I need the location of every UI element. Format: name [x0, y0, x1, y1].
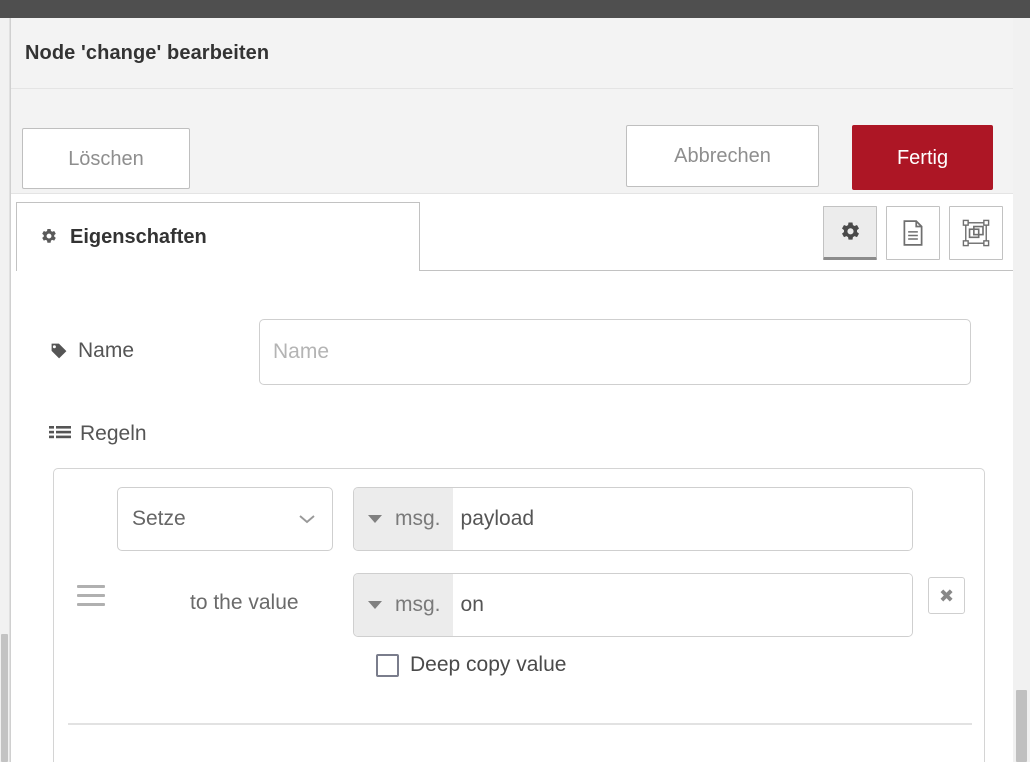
tab-bar-underline [419, 270, 1013, 271]
delete-button[interactable]: Löschen [22, 128, 190, 189]
rule-value-type-label: msg. [395, 593, 441, 616]
rules-container: Setze msg. payload to the value msg. on … [53, 468, 985, 762]
rule-target-value[interactable]: payload [452, 488, 912, 550]
rule-value-field[interactable]: msg. on [353, 573, 913, 637]
rule-action-select[interactable]: Setze [117, 487, 333, 551]
name-label: Name [49, 339, 134, 363]
page-title: Node 'change' bearbeiten [25, 42, 270, 64]
deep-copy-checkbox[interactable]: Deep copy value [376, 653, 566, 677]
remove-rule-button[interactable]: ✖ [928, 577, 965, 614]
rule-row: Setze msg. payload [54, 487, 986, 559]
description-icon-button[interactable] [886, 206, 940, 260]
rule-target-type-selector[interactable]: msg. [354, 488, 453, 550]
name-input[interactable] [259, 319, 971, 385]
chevron-down-icon [298, 513, 316, 525]
tab-bar: Eigenschaften [11, 194, 1013, 272]
rule-value-type-selector[interactable]: msg. [354, 574, 453, 636]
tab-icon-button-group [823, 206, 1003, 260]
right-scrollbar-thumb[interactable] [1016, 690, 1027, 762]
dialog-titlebar: Node 'change' bearbeiten [11, 18, 1013, 89]
left-scrollbar[interactable] [0, 18, 10, 762]
to-the-value-label: to the value [190, 591, 299, 614]
dialog-action-bar: Löschen Abbrechen Fertig [11, 89, 1013, 194]
rule-action-value: Setze [132, 507, 186, 530]
properties-icon-button[interactable] [823, 206, 877, 260]
cancel-button[interactable]: Abbrechen [626, 125, 819, 187]
gear-icon [838, 220, 863, 245]
screen: Node 'change' bearbeiten Löschen Abbrech… [0, 0, 1030, 762]
close-icon: ✖ [938, 585, 955, 606]
tag-icon [49, 341, 69, 361]
caret-down-icon [368, 514, 382, 524]
tab-properties-label: Eigenschaften [70, 225, 207, 248]
name-field-row: Name [11, 319, 1013, 389]
left-scrollbar-thumb[interactable] [1, 634, 8, 762]
deep-copy-row: Deep copy value [54, 653, 986, 693]
rule-divider [68, 723, 972, 725]
rule-target-field[interactable]: msg. payload [353, 487, 913, 551]
rule-target-type-label: msg. [395, 507, 441, 530]
gear-icon [39, 227, 59, 247]
checkbox-box-icon[interactable] [376, 653, 399, 677]
edit-node-dialog: Node 'change' bearbeiten Löschen Abbrech… [10, 18, 1013, 762]
deep-copy-label: Deep copy value [410, 653, 567, 676]
done-button[interactable]: Fertig [852, 125, 993, 190]
rules-label-text: Regeln [80, 422, 147, 445]
name-label-text: Name [78, 339, 135, 362]
rule-row: to the value msg. on ✖ [54, 573, 986, 645]
right-scrollbar[interactable] [1012, 18, 1030, 762]
appearance-icon-button[interactable] [949, 206, 1003, 260]
description-icon [900, 219, 926, 247]
dialog-body: Name Regeln [11, 272, 1013, 762]
window-top-strip [0, 0, 1030, 18]
caret-down-icon [368, 600, 382, 610]
appearance-icon [962, 219, 990, 247]
tab-properties[interactable]: Eigenschaften [16, 202, 420, 271]
rule-value-value[interactable]: on [452, 574, 912, 636]
list-icon [49, 425, 71, 443]
rules-label: Regeln [49, 422, 147, 446]
